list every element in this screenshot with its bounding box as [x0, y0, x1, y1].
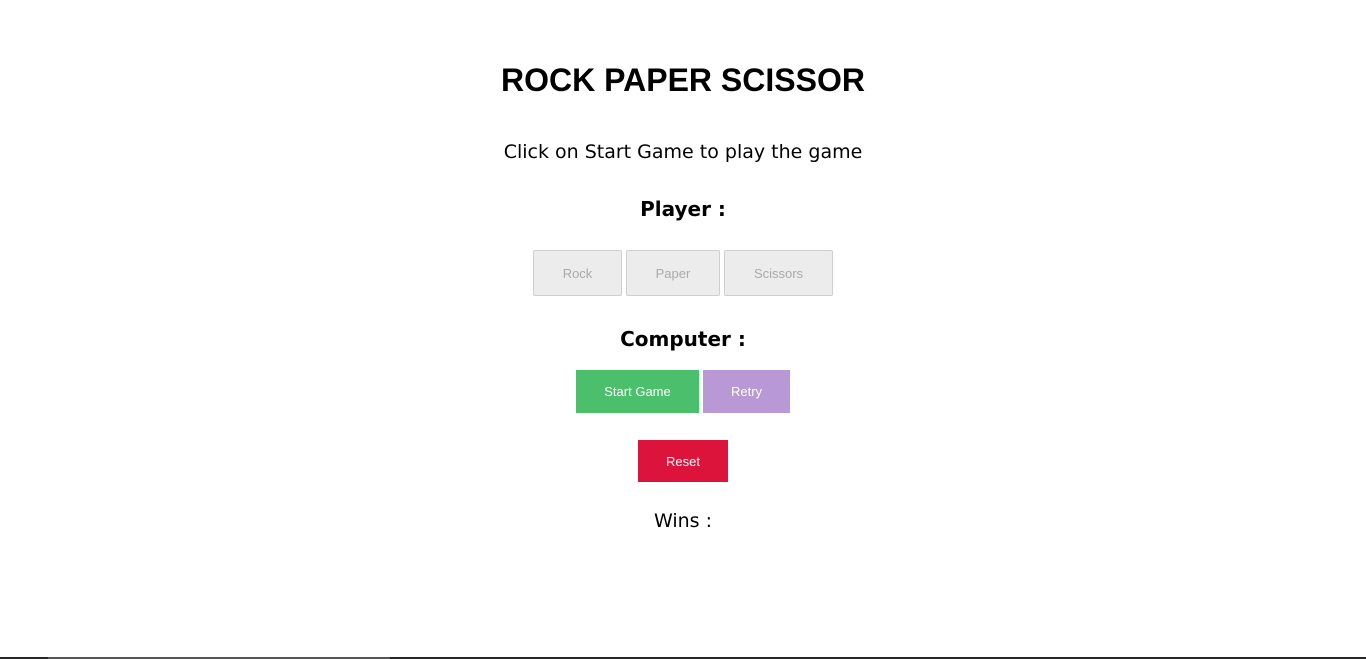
rock-button[interactable]: Rock [533, 250, 622, 296]
instruction-text: Click on Start Game to play the game [503, 141, 863, 163]
start-game-button[interactable]: Start Game [576, 370, 699, 413]
page-title: ROCK PAPER SCISSOR [501, 62, 865, 98]
reset-button[interactable]: Reset [638, 440, 728, 482]
retry-button[interactable]: Retry [703, 370, 790, 413]
paper-button[interactable]: Paper [626, 250, 720, 296]
computer-label: Computer : [620, 327, 746, 351]
wins-label: Wins : [653, 510, 713, 532]
scissors-button[interactable]: Scissors [724, 250, 833, 296]
player-label: Player : [640, 197, 726, 221]
